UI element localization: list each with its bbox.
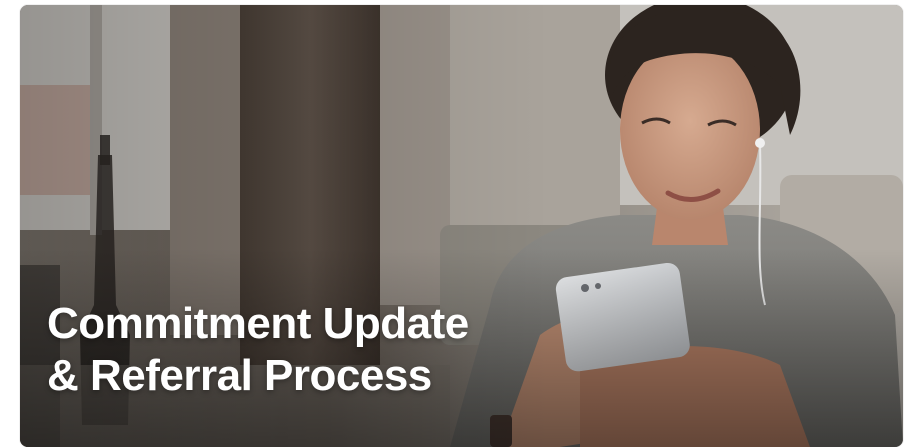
card-title-line-1: Commitment Update	[47, 299, 469, 348]
promo-card[interactable]: Commitment Update & Referral Process	[20, 5, 903, 447]
card-title-line-2: & Referral Process	[47, 351, 432, 400]
card-title: Commitment Update & Referral Process	[47, 298, 469, 402]
